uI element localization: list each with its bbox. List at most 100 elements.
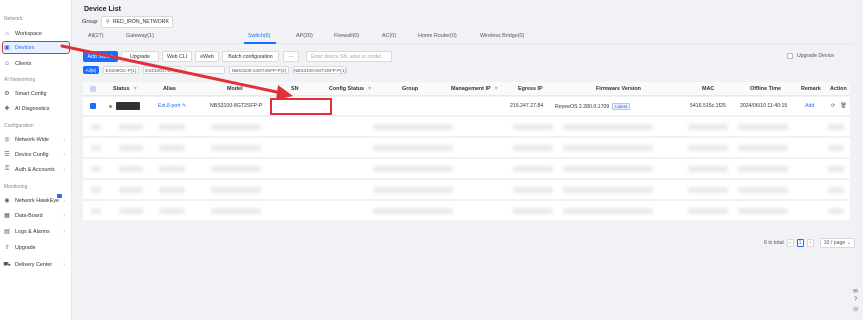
batch-configuration-button[interactable]: Batch configuration — [222, 51, 279, 62]
chip-model[interactable]: NBS3100-24GT4SFP-P(2) — [229, 66, 289, 74]
model-cell: NBS3100-8GT2SFP-P — [210, 103, 263, 109]
hawkeye-icon: ◉ — [4, 198, 10, 204]
table-header: Status ▼ Alias Model SN Config Status ▼ Gr… — [83, 82, 850, 96]
group-value: RED_IRON_NETWORK — [112, 19, 170, 25]
section-label-configuration: Configuration — [4, 123, 34, 129]
chip-all[interactable]: All(6) — [83, 66, 99, 74]
table-row[interactable] — [83, 159, 850, 179]
sidebar-item-device-config[interactable]: ☰ Device Config › — [3, 149, 69, 160]
row-checkbox[interactable] — [90, 103, 96, 109]
next-page-button[interactable]: › — [806, 239, 814, 247]
upgrade-device-label: Upgrade Device — [797, 53, 835, 59]
sidebar-item-delivery-center[interactable]: ⛟ Delivery Center › — [3, 259, 69, 270]
sidebar-item-label: Logs & Alarms — [15, 228, 50, 235]
tab-ap[interactable]: AP(20) — [296, 33, 313, 39]
network-wide-icon: ◎ — [4, 137, 10, 143]
select-all-checkbox[interactable] — [90, 86, 96, 92]
sidebar-item-label: Upgrade — [15, 244, 36, 251]
mac-cell: 5416.515c.1f25 — [690, 103, 726, 109]
upgrade-icon: ⇧ — [4, 245, 10, 251]
upgrade-device-toggle[interactable]: Upgrade Device — [787, 53, 834, 59]
tab-home-router[interactable]: Home Router(0) — [418, 33, 457, 39]
sidebar-item-clients[interactable]: ☺ Clients — [3, 58, 69, 69]
sidebar-item-data-board[interactable]: ▦ Data-Board › — [3, 210, 69, 221]
table-row[interactable] — [83, 117, 850, 137]
filter-icon: ▼ — [132, 86, 138, 92]
latest-badge: Latest — [612, 103, 631, 110]
eweb-button[interactable]: eWeb — [195, 51, 219, 62]
chip-model[interactable]: ES210GC-LP(1) — [143, 66, 181, 74]
chip-model[interactable]: NBS3100-8GT2SFP-P(1) — [293, 66, 347, 74]
search-input[interactable]: Enter device SN, alias or model — [306, 51, 392, 62]
reboot-icon[interactable]: ⟳ — [831, 103, 835, 109]
sidebar-item-auth[interactable]: ⚿ Auth & Accounts › — [3, 164, 69, 175]
clients-icon: ☺ — [3, 60, 11, 67]
active-tab-indicator — [244, 42, 276, 44]
sidebar-item-workspace[interactable]: ⌂ Workspace — [3, 28, 69, 39]
chip-model[interactable]: ES209GC-P(1) — [103, 66, 139, 74]
table-row[interactable]: Ext.8-port ✎ NBS3100-8GT2SFP-P 216.247.2… — [83, 97, 850, 116]
sidebar-item-ai-diagnostics[interactable]: ✚ AI Diagnostics — [3, 103, 69, 114]
egress-ip-cell: 216.247.27.84 — [510, 103, 544, 109]
sidebar-item-devices[interactable]: ▣ Devices — [2, 41, 70, 54]
app-root: Network ⌂ Workspace ▣ Devices ☺ Clients … — [0, 0, 863, 320]
delete-icon[interactable]: 🗑 — [840, 103, 847, 109]
col-management-ip[interactable]: Management IP ▼ — [451, 86, 499, 92]
web-cli-button[interactable]: Web CLI — [162, 51, 192, 62]
chevron-down-icon: ⌄ — [846, 240, 852, 246]
table-row[interactable] — [83, 180, 850, 200]
col-egress-ip: Egress IP — [518, 86, 543, 92]
total-count: 6 in total — [764, 240, 784, 246]
data-board-icon: ▦ — [4, 213, 10, 219]
device-config-icon: ☰ — [4, 152, 10, 158]
chip-model[interactable] — [185, 66, 225, 74]
help-icon[interactable]: ? — [852, 297, 859, 304]
logs-icon: ▤ — [4, 229, 10, 235]
sidebar-item-hawkeye[interactable]: ◉ Network HawkEye › — [3, 195, 69, 206]
col-action: Action — [830, 86, 847, 92]
smart-config-icon: ⚙ — [4, 91, 10, 97]
page-button[interactable]: 1 — [796, 239, 804, 247]
prev-page-button[interactable]: ‹ — [786, 239, 794, 247]
filter-icon: ▼ — [493, 86, 499, 92]
table-row[interactable] — [83, 138, 850, 158]
sidebar-item-label: Auth & Accounts — [15, 166, 55, 173]
tab-switch[interactable]: Switch(6) — [248, 33, 270, 39]
devices-icon: ▣ — [4, 45, 10, 51]
edit-icon: ✎ — [181, 103, 187, 109]
page-title: Device List — [84, 6, 121, 13]
model-filter-chips: All(6) ES209GC-P(1) ES210GC-LP(1) NBS310… — [83, 66, 853, 75]
sidebar-item-smart-config[interactable]: ⚙ Smart Config — [3, 88, 69, 99]
col-status[interactable]: Status ▼ — [113, 86, 138, 92]
firmware-cell: ReyeeOS 2.280.0.1709 Latest — [555, 103, 631, 110]
tab-gateway[interactable]: Gateway(1) — [126, 33, 154, 39]
group-selector[interactable]: ⚲ RED_IRON_NETWORK — [101, 16, 173, 28]
col-mac: MAC — [702, 86, 715, 92]
more-button[interactable]: ··· — [283, 51, 299, 62]
sidebar-item-label: Data-Board — [15, 212, 43, 219]
tab-firewall[interactable]: Firewall(0) — [334, 33, 359, 39]
tab-all[interactable]: All(27) — [88, 33, 104, 39]
add-remark-link[interactable]: Add — [805, 103, 814, 109]
alias-link[interactable]: Ext.8-port ✎ — [158, 103, 186, 109]
page-size-select[interactable]: 10 / page ⌄ — [819, 238, 856, 248]
sidebar-item-upgrade[interactable]: ⇧ Upgrade — [3, 242, 69, 253]
table-row[interactable] — [83, 201, 850, 221]
sidebar-item-logs[interactable]: ▤ Logs & Alarms › — [3, 226, 69, 237]
sidebar-item-label: Devices — [15, 44, 35, 51]
upgrade-device-checkbox[interactable] — [787, 53, 793, 59]
sidebar-item-label: Smart Config — [15, 90, 47, 97]
tab-wireless-bridge[interactable]: Wireless Bridge(0) — [480, 33, 524, 39]
phone-icon[interactable]: ☏ — [852, 306, 860, 313]
col-config-status[interactable]: Config Status ▼ — [329, 86, 372, 92]
chat-icon[interactable]: ✉ — [852, 288, 859, 295]
sidebar-item-network-wide[interactable]: ◎ Network-Wide › — [3, 134, 69, 145]
tab-ac[interactable]: AC(0) — [382, 33, 396, 39]
diagnostics-icon: ✚ — [4, 106, 10, 112]
upgrade-button[interactable]: Upgrade — [121, 51, 159, 62]
col-firmware: Firmware Version — [596, 86, 641, 92]
add-switch-button[interactable]: Add Switch — [83, 51, 118, 62]
col-sn: SN — [291, 86, 299, 92]
toolbar: Add Switch Upgrade Web CLI eWeb Batch co… — [83, 51, 853, 63]
col-alias: Alias — [163, 86, 176, 92]
